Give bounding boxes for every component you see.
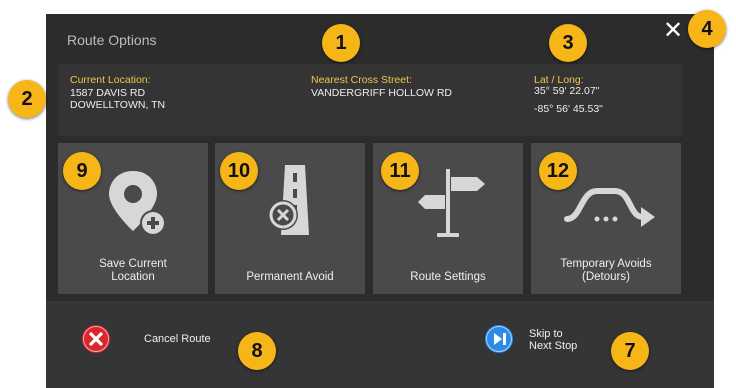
lat-long-value: 35° 59' 22.07" -85° 56' 45.53" xyxy=(534,85,603,115)
skip-next-stop-label: Skip to Next Stop xyxy=(529,328,578,352)
cancel-x-icon xyxy=(82,325,110,353)
location-info-bar: Current Location: 1587 DAVIS RD DOWELLTO… xyxy=(58,64,683,136)
close-button[interactable]: ✕ xyxy=(660,18,686,44)
callout-badge: 7 xyxy=(611,332,649,370)
current-location-label: Current Location: xyxy=(70,74,151,86)
tile-label: Permanent Avoid xyxy=(246,271,334,283)
callout-badge: 3 xyxy=(549,24,587,62)
tile-label: Temporary Avoids (Detours) xyxy=(560,258,652,283)
route-options-dialog: Route Options ✕ Current Location: 1587 D… xyxy=(46,14,714,388)
callout-badge: 11 xyxy=(381,152,419,190)
callout-badge: 4 xyxy=(688,10,726,48)
callout-badge: 9 xyxy=(63,152,101,190)
cancel-route-label: Cancel Route xyxy=(144,333,211,345)
current-location-value: 1587 DAVIS RD DOWELLTOWN, TN xyxy=(70,87,166,111)
tile-label: Route Settings xyxy=(410,271,486,283)
skip-next-icon xyxy=(485,325,513,353)
callout-badge: 8 xyxy=(238,332,276,370)
tile-label: Save Current Location xyxy=(99,258,167,283)
callout-badge: 10 xyxy=(220,152,258,190)
callout-badge: 1 xyxy=(322,24,360,62)
cross-street-label: Nearest Cross Street: xyxy=(311,74,412,86)
callout-badge: 2 xyxy=(8,80,46,118)
cross-street-value: VANDERGRIFF HOLLOW RD xyxy=(311,87,452,99)
callout-badge: 12 xyxy=(539,152,577,190)
dialog-title: Route Options xyxy=(67,32,157,48)
cancel-route-button[interactable]: Cancel Route xyxy=(81,319,231,359)
